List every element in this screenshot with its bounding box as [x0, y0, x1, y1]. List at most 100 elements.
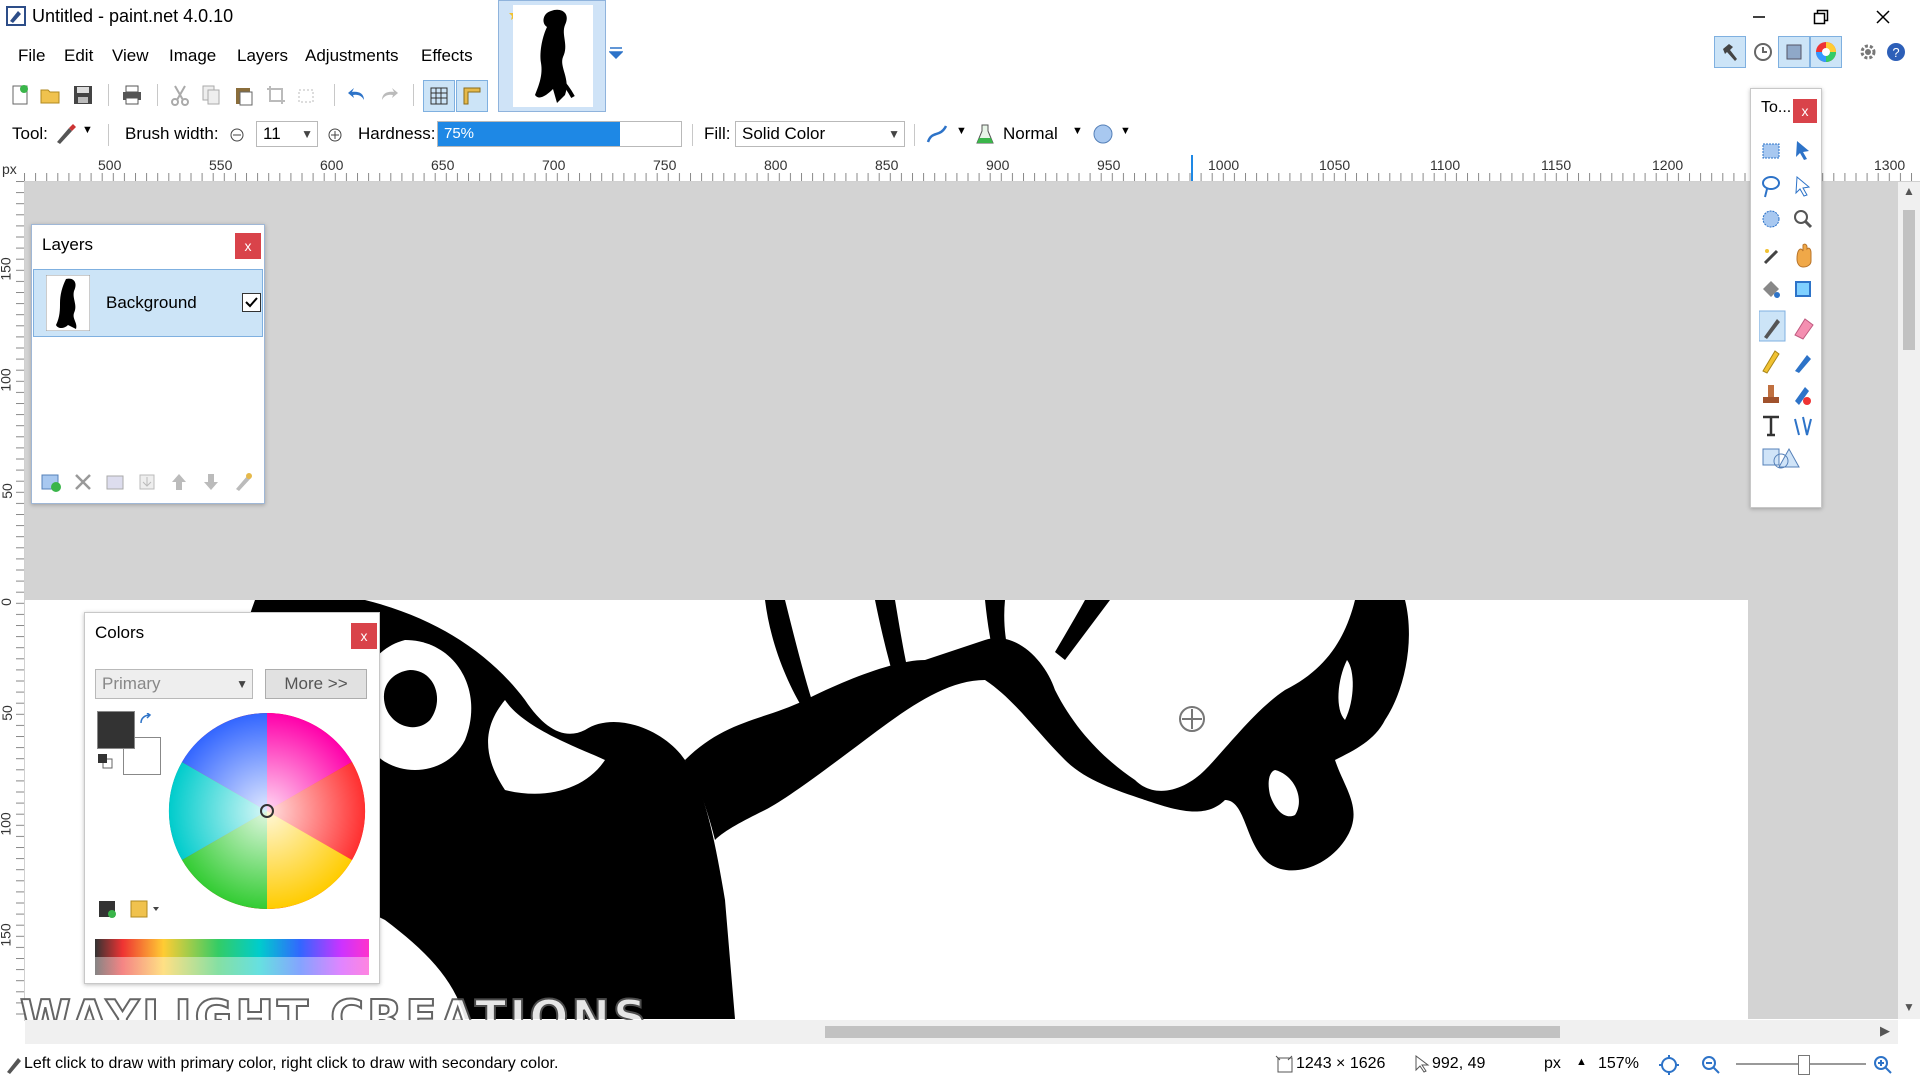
fill-mode-combobox[interactable]: Solid Color ▼ [735, 121, 905, 147]
reset-colors-icon[interactable] [97, 753, 113, 769]
menu-file[interactable]: File [18, 46, 45, 66]
history-clock-icon[interactable] [1753, 42, 1773, 62]
menu-layers[interactable]: Layers [237, 46, 288, 66]
zoom-slider[interactable] [1736, 1055, 1866, 1075]
horizontal-scrollbar[interactable]: ▶ [25, 1020, 1898, 1044]
more-colors-button[interactable]: More >> [265, 669, 367, 699]
scroll-down-icon[interactable]: ▼ [1903, 1000, 1915, 1014]
close-icon [1876, 9, 1890, 24]
redo-icon[interactable] [378, 84, 400, 106]
copy-icon[interactable] [200, 84, 222, 106]
delete-layer-icon[interactable] [72, 471, 94, 493]
color-wheel[interactable] [167, 711, 367, 911]
toggle-tools-button[interactable] [1714, 36, 1746, 68]
ellipse-select-icon [1762, 210, 1780, 228]
layer-properties-icon[interactable] [232, 471, 254, 493]
zoom-to-window-icon[interactable] [1658, 1054, 1680, 1076]
selection-mode-selector[interactable]: ▼ [1090, 121, 1136, 147]
close-window-button[interactable] [1852, 0, 1914, 33]
save-icon[interactable] [72, 84, 94, 106]
undo-icon[interactable] [346, 84, 368, 106]
antialiasing-selector[interactable]: ▼ [924, 121, 970, 147]
ruler-tick-label: 950 [1097, 157, 1121, 173]
zoom-level[interactable]: 157% [1598, 1055, 1639, 1073]
ruler-tick-label: 800 [764, 157, 788, 173]
tool-selector[interactable]: ▼ [52, 121, 96, 147]
vertical-scroll-thumb[interactable] [1903, 210, 1915, 350]
tools-close-button[interactable]: x [1793, 99, 1817, 123]
menu-effects[interactable]: Effects [421, 46, 473, 66]
ruler-tick-label: 0 [0, 598, 14, 606]
print-icon[interactable] [121, 84, 143, 106]
help-icon[interactable]: ? [1886, 42, 1906, 62]
brush-width-combobox[interactable]: 11 ▼ [256, 121, 318, 147]
scroll-right-icon[interactable]: ▶ [1880, 1023, 1890, 1039]
toggle-colors-button[interactable] [1810, 36, 1842, 68]
tool-options-bar: Tool: ▼ Brush width: 11 ▼ Hardness: 75% … [0, 118, 1740, 152]
add-layer-icon[interactable] [40, 471, 62, 493]
menu-edit[interactable]: Edit [64, 46, 93, 66]
menu-bar: File Edit View Image Layers Adjustments … [0, 38, 485, 74]
cut-icon[interactable] [169, 84, 191, 106]
ruler-tick-label: 850 [875, 157, 899, 173]
fill-mode-value: Solid Color [742, 124, 826, 143]
move-layer-down-icon[interactable] [200, 471, 222, 493]
move-layer-up-icon[interactable] [168, 471, 190, 493]
fill-label: Fill: [704, 124, 731, 143]
settings-gear-icon[interactable] [1858, 42, 1878, 62]
ruler-tick-label: 1150 [1541, 157, 1572, 173]
ruler-ticks [24, 155, 1920, 181]
vertical-ruler: 150 100 50 0 50 100 150 [0, 181, 25, 1021]
palette-menu-icon[interactable] [129, 899, 163, 919]
units-selector[interactable]: px [1544, 1055, 1561, 1073]
primary-color-swatch[interactable] [97, 711, 135, 749]
horizontal-scroll-thumb[interactable] [825, 1026, 1560, 1038]
cursor-position-icon [1415, 1055, 1430, 1073]
zoom-slider-thumb[interactable] [1798, 1055, 1810, 1075]
magic-wand-icon [1763, 249, 1779, 265]
paste-icon[interactable] [233, 84, 255, 106]
color-mode-combobox[interactable]: Primary ▼ [95, 669, 253, 699]
add-palette-color-icon[interactable] [97, 899, 117, 919]
toggle-rulers-button[interactable] [456, 80, 488, 112]
restore-button[interactable] [1790, 0, 1852, 33]
ruler-tick-label: 600 [320, 157, 344, 173]
decrease-width-icon[interactable] [230, 128, 244, 142]
increase-width-icon[interactable] [328, 128, 342, 142]
ruler-tick-label: 900 [986, 157, 1010, 173]
layers-close-button[interactable]: x [235, 233, 261, 259]
chevron-down-icon: ▼ [1120, 125, 1131, 137]
svg-text:?: ? [1892, 45, 1899, 60]
colors-close-button[interactable]: x [351, 623, 377, 649]
toggle-layers-button[interactable] [1778, 36, 1810, 68]
color-wheel-icon [1816, 42, 1836, 62]
merge-layer-down-icon[interactable] [136, 471, 158, 493]
image-list-dropdown-icon[interactable] [609, 46, 623, 60]
blend-mode-selector[interactable]: Normal ▼ [1000, 121, 1090, 147]
toggle-grid-button[interactable] [423, 80, 455, 112]
color-palette-strip[interactable] [95, 939, 369, 975]
open-folder-icon[interactable] [39, 84, 61, 106]
layer-visibility-checkbox[interactable] [242, 293, 261, 312]
ruler-tick-label: 1050 [1319, 157, 1351, 173]
layer-row-background[interactable]: Background [33, 269, 263, 337]
horizontal-ruler: px 500 550 600 650 700 750 800 850 900 9… [0, 155, 1920, 182]
menu-image[interactable]: Image [169, 46, 216, 66]
selection-mode-icon [1093, 124, 1113, 144]
menu-adjustments[interactable]: Adjustments [305, 46, 399, 66]
shapes-icon [1762, 447, 1800, 469]
minimize-button[interactable] [1728, 0, 1790, 33]
crop-to-selection-icon[interactable] [265, 84, 287, 106]
scroll-up-icon[interactable]: ▲ [1903, 184, 1915, 198]
hardness-slider[interactable]: 75% [437, 121, 682, 147]
menu-view[interactable]: View [112, 46, 149, 66]
new-image-icon[interactable] [9, 84, 31, 106]
vertical-scrollbar[interactable]: ▲ ▼ [1898, 182, 1920, 1019]
more-colors-label: More >> [284, 674, 348, 693]
chevron-up-icon[interactable]: ▲ [1576, 1056, 1587, 1068]
deselect-icon[interactable] [296, 84, 318, 106]
duplicate-layer-icon[interactable] [104, 471, 126, 493]
zoom-in-icon[interactable] [1872, 1054, 1894, 1076]
zoom-out-icon[interactable] [1700, 1054, 1722, 1076]
swap-colors-icon[interactable] [139, 713, 153, 727]
